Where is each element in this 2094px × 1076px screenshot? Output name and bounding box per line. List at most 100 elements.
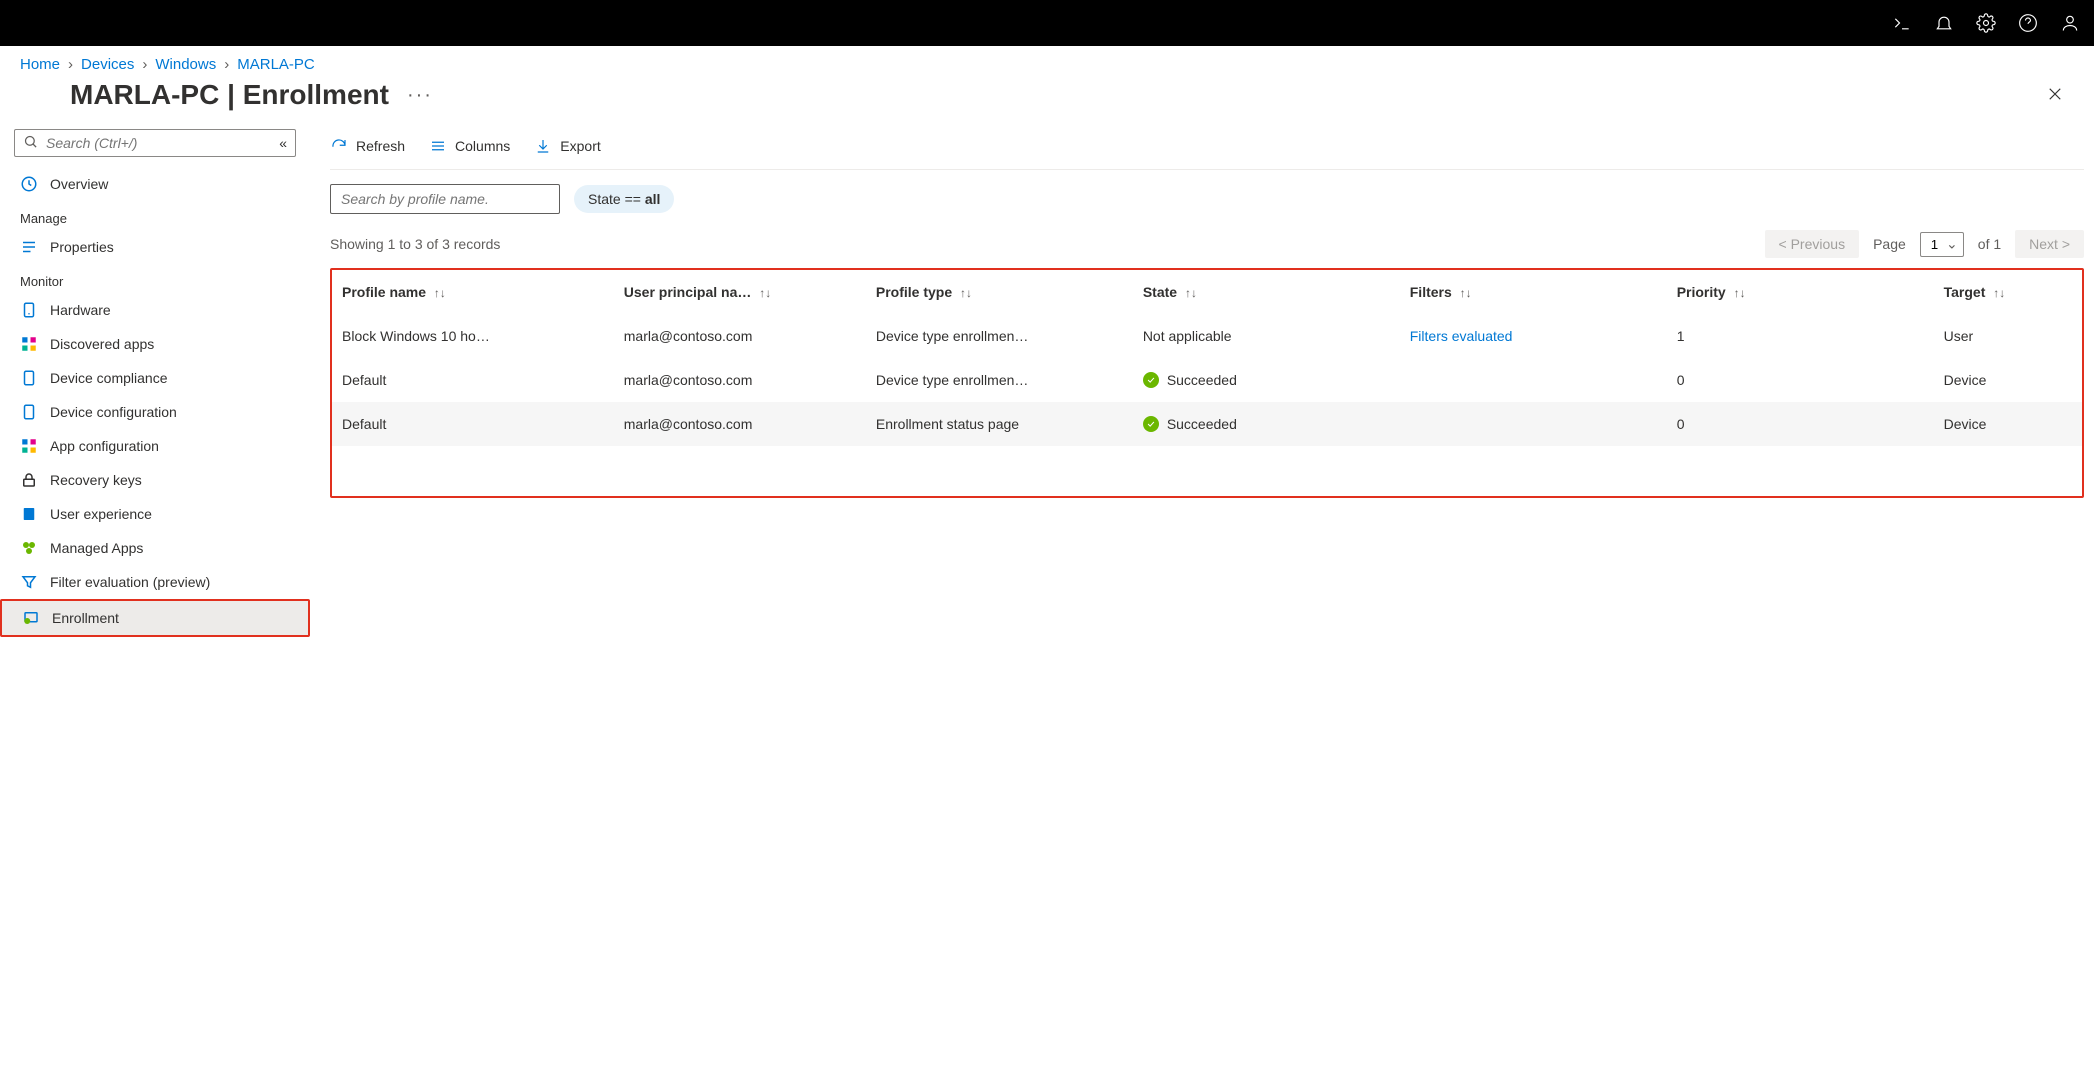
previous-page-button[interactable]: < Previous: [1765, 230, 1860, 258]
book-icon: [20, 505, 38, 523]
col-target[interactable]: Target ↑↓: [1934, 270, 2082, 314]
col-priority[interactable]: Priority ↑↓: [1667, 270, 1934, 314]
col-profile-name[interactable]: Profile name ↑↓: [332, 270, 614, 314]
sidebar-section-manage: Manage: [0, 201, 310, 230]
success-icon: [1143, 372, 1159, 388]
chevron-right-icon: ›: [224, 56, 229, 73]
sidebar-item-label: Properties: [50, 239, 114, 255]
table-row[interactable]: Defaultmarla@contoso.comEnrollment statu…: [332, 402, 2082, 446]
settings-icon[interactable]: [1976, 13, 1996, 33]
close-blade-button[interactable]: [2046, 85, 2074, 106]
feedback-icon[interactable]: [2060, 13, 2080, 33]
sidebar-item-filter-evaluation[interactable]: Filter evaluation (preview): [0, 565, 310, 599]
sidebar-item-properties[interactable]: Properties: [0, 230, 310, 264]
filter-bar: State == all: [330, 170, 2084, 224]
page-select[interactable]: 1: [1920, 232, 1964, 257]
sidebar-item-label: Enrollment: [52, 610, 119, 626]
chevron-right-icon: ›: [68, 56, 73, 73]
next-page-button[interactable]: Next >: [2015, 230, 2084, 258]
button-label: Columns: [455, 138, 510, 154]
cell-profile: Default: [332, 402, 614, 446]
sidebar-item-label: Device configuration: [50, 404, 177, 420]
overview-icon: [20, 175, 38, 193]
results-table: Profile name ↑↓ User principal na… ↑↓ Pr…: [332, 270, 2082, 446]
state-cell: Not applicable: [1143, 328, 1232, 344]
export-button[interactable]: Export: [534, 137, 600, 155]
breadcrumb-device[interactable]: MARLA-PC: [237, 56, 315, 73]
state-filter-pill[interactable]: State == all: [574, 185, 674, 213]
cell-type: Device type enrollmen…: [866, 358, 1133, 402]
sidebar-search-input[interactable]: [46, 135, 271, 151]
enrollment-icon: [22, 609, 40, 627]
sidebar-item-label: Discovered apps: [50, 336, 154, 352]
col-filters[interactable]: Filters ↑↓: [1400, 270, 1667, 314]
breadcrumb-devices[interactable]: Devices: [81, 56, 134, 73]
sidebar-item-managed-apps[interactable]: Managed Apps: [0, 531, 310, 565]
more-actions-button[interactable]: ···: [407, 84, 433, 107]
breadcrumb-windows[interactable]: Windows: [155, 56, 216, 73]
collapse-sidebar-icon[interactable]: «: [279, 135, 287, 151]
pill-label: State ==: [588, 191, 645, 207]
pager: < Previous Page 1 ⌄ of 1 Next >: [1765, 230, 2084, 258]
refresh-button[interactable]: Refresh: [330, 137, 405, 155]
help-icon[interactable]: [2018, 13, 2038, 33]
sidebar-item-compliance[interactable]: Device compliance: [0, 361, 310, 395]
page-title: MARLA-PC | Enrollment: [70, 79, 389, 111]
managed-apps-icon: [20, 539, 38, 557]
profile-search-input[interactable]: [330, 184, 560, 214]
table-header-row: Profile name ↑↓ User principal na… ↑↓ Pr…: [332, 270, 2082, 314]
sidebar-item-overview[interactable]: Overview: [0, 167, 310, 201]
sidebar-item-label: User experience: [50, 506, 152, 522]
sort-icon: ↑↓: [960, 286, 972, 300]
properties-icon: [20, 238, 38, 256]
pill-value: all: [645, 191, 661, 207]
sidebar-item-recovery-keys[interactable]: Recovery keys: [0, 463, 310, 497]
sort-icon: ↑↓: [1185, 286, 1197, 300]
lock-icon: [20, 471, 38, 489]
sidebar-item-label: Overview: [50, 176, 108, 192]
table-row[interactable]: Block Windows 10 ho…marla@contoso.comDev…: [332, 314, 2082, 358]
col-profile-type[interactable]: Profile type ↑↓: [866, 270, 1133, 314]
sort-icon: ↑↓: [1734, 286, 1746, 300]
sort-icon: ↑↓: [759, 286, 771, 300]
table-row[interactable]: Defaultmarla@contoso.comDevice type enro…: [332, 358, 2082, 402]
columns-button[interactable]: Columns: [429, 137, 510, 155]
state-cell: Succeeded: [1143, 416, 1390, 432]
global-topbar: [0, 0, 2094, 46]
sort-icon: ↑↓: [1460, 286, 1472, 300]
cell-target: User: [1934, 314, 2082, 358]
sidebar-search[interactable]: «: [14, 129, 296, 157]
sidebar-item-user-experience[interactable]: User experience: [0, 497, 310, 531]
sidebar-section-monitor: Monitor: [0, 264, 310, 293]
button-label: Export: [560, 138, 600, 154]
sidebar-item-label: Device compliance: [50, 370, 168, 386]
cell-priority: 1: [1667, 314, 1934, 358]
col-state[interactable]: State ↑↓: [1133, 270, 1400, 314]
sidebar-item-label: Filter evaluation (preview): [50, 574, 210, 590]
page-select-wrap: 1 ⌄: [1920, 232, 1964, 257]
page-of: of 1: [1978, 236, 2001, 252]
records-summary-row: Showing 1 to 3 of 3 records < Previous P…: [330, 224, 2084, 268]
sidebar-item-hardware[interactable]: Hardware: [0, 293, 310, 327]
notifications-icon[interactable]: [1934, 13, 1954, 33]
breadcrumb-home[interactable]: Home: [20, 56, 60, 73]
sort-icon: ↑↓: [1993, 286, 2005, 300]
search-icon: [23, 134, 38, 152]
records-summary: Showing 1 to 3 of 3 records: [330, 236, 500, 252]
col-upn[interactable]: User principal na… ↑↓: [614, 270, 866, 314]
sidebar-item-enrollment[interactable]: Enrollment: [0, 599, 310, 637]
sidebar-item-configuration[interactable]: Device configuration: [0, 395, 310, 429]
cell-profile: Default: [332, 358, 614, 402]
hardware-icon: [20, 301, 38, 319]
button-label: Refresh: [356, 138, 405, 154]
results-table-highlight: Profile name ↑↓ User principal na… ↑↓ Pr…: [330, 268, 2084, 498]
device-icon: [20, 403, 38, 421]
sidebar-item-label: Managed Apps: [50, 540, 143, 556]
sidebar-item-label: Hardware: [50, 302, 111, 318]
sidebar-item-discovered-apps[interactable]: Discovered apps: [0, 327, 310, 361]
sidebar-item-app-configuration[interactable]: App configuration: [0, 429, 310, 463]
cell-priority: 0: [1667, 402, 1934, 446]
filters-link[interactable]: Filters evaluated: [1410, 328, 1513, 344]
cell-target: Device: [1934, 402, 2082, 446]
cloud-shell-icon[interactable]: [1892, 13, 1912, 33]
